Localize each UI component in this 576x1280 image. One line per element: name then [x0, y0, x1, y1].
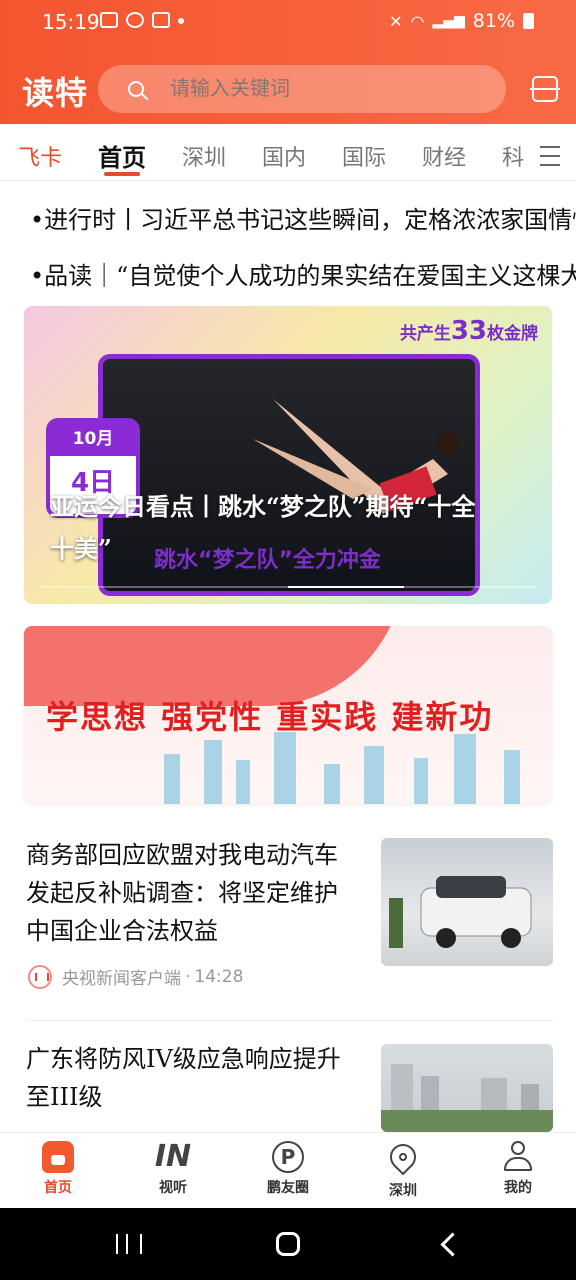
medal-banner-suffix: 枚金牌 [487, 324, 538, 344]
car-illustration [389, 876, 532, 948]
system-navigation-bar [0, 1208, 576, 1280]
wifi-icon: ◠ [410, 11, 425, 31]
search-icon [128, 81, 144, 97]
signal-icon: ▂▄▆ [432, 13, 465, 29]
news-meta: 央视新闻客户端 · 14:28 [28, 964, 243, 989]
tab-tech[interactable]: 科 [502, 140, 524, 172]
channel-tabs: 飞卡 首页 深圳 国内 国际 财经 科 [0, 124, 576, 181]
medal-count: 33 [450, 316, 487, 346]
user-icon [503, 1141, 533, 1173]
news-thumbnail[interactable] [381, 838, 553, 966]
nav-friends-label: 鹏友圈 [267, 1180, 309, 1196]
hero-title: 亚运今日看点丨跳水“梦之队”期待“十全十美” [50, 492, 476, 563]
tab-home[interactable]: 首页 [98, 138, 146, 173]
search-input[interactable] [168, 76, 472, 102]
calendar-month: 10月 [50, 422, 136, 456]
nav-video-label: 视听 [159, 1180, 187, 1196]
bus-icon [152, 12, 170, 28]
tab-finance[interactable]: 财经 [422, 140, 466, 172]
tab-feika[interactable]: 飞卡 [18, 140, 62, 172]
news-title[interactable]: 广东将防风IV级应急响应提升至III级 [26, 1040, 346, 1116]
news-thumbnail[interactable] [381, 1044, 553, 1132]
mute-icon: ✕ [389, 11, 403, 31]
audio-wave-icon [28, 964, 52, 989]
p-circle-icon: P [272, 1141, 304, 1173]
tab-domestic[interactable]: 国内 [262, 140, 306, 172]
medal-banner: 共产生33枚金牌 [400, 316, 538, 346]
nav-home[interactable]: 首页 [18, 1141, 98, 1197]
tab-international[interactable]: 国际 [342, 140, 386, 172]
news-time: 14:28 [194, 966, 244, 987]
gallery-icon [100, 12, 118, 28]
tab-shenzhen[interactable]: 深圳 [182, 140, 226, 172]
status-right: ✕ ◠ ▂▄▆ 81% [389, 10, 534, 32]
status-time: 15:19 [42, 10, 100, 34]
home-icon [42, 1141, 74, 1173]
active-tab-indicator [104, 172, 140, 176]
recents-icon[interactable] [116, 1234, 142, 1254]
in-icon: IN [154, 1139, 192, 1174]
nav-mine[interactable]: 我的 [478, 1141, 558, 1197]
back-icon[interactable] [440, 1232, 465, 1257]
app-header: 15:19 ✕ ◠ ▂▄▆ 81% 读特 [0, 0, 576, 124]
location-pin-icon [384, 1138, 422, 1176]
menu-icon[interactable] [540, 146, 560, 166]
nav-video[interactable]: IN 视听 [133, 1141, 213, 1197]
banner-slogan: 学思想 强党性 重实践 建新功 [46, 698, 494, 736]
city-illustration [381, 1064, 553, 1132]
search-bar[interactable] [98, 65, 506, 113]
hero-carousel[interactable]: 共产生33枚金牌 10月 4日 跳水“梦之队”全力冲金 亚运今日看点丨跳水“梦之… [24, 306, 552, 604]
notification-icons [100, 12, 184, 28]
nav-friends[interactable]: P 鹏友圈 [248, 1141, 328, 1197]
status-bar: 15:19 ✕ ◠ ▂▄▆ 81% [0, 0, 576, 48]
home-button-icon[interactable] [276, 1232, 300, 1256]
divider [26, 1020, 553, 1021]
headline-item[interactable]: •进行时丨习近平总书记这些瞬间，定格浓浓家国情怀 [30, 200, 576, 235]
scan-icon[interactable] [530, 76, 560, 102]
nav-shenzhen[interactable]: 深圳 [363, 1138, 443, 1200]
battery-icon [523, 13, 534, 29]
app-logo[interactable]: 读特 [22, 68, 88, 114]
bottom-navigation: 首页 IN 视听 P 鹏友圈 深圳 我的 [0, 1132, 576, 1209]
promo-banner[interactable]: 学思想 强党性 重实践 建新功 [24, 626, 552, 804]
nav-home-label: 首页 [44, 1180, 72, 1196]
nav-mine-label: 我的 [504, 1180, 532, 1196]
carousel-indicator [40, 586, 536, 588]
medal-banner-prefix: 共产生 [399, 324, 451, 344]
nav-shenzhen-label: 深圳 [389, 1183, 417, 1199]
cloud-icon [126, 12, 144, 28]
headline-item[interactable]: •品读｜“自觉使个人成功的果实结在爱国主义这棵大树上” [30, 256, 576, 291]
battery-percent: 81% [472, 10, 515, 32]
more-dot-icon [178, 18, 184, 24]
news-title[interactable]: 商务部回应欧盟对我电动汽车发起反补贴调查：将坚定维护中国企业合法权益 [26, 836, 346, 950]
news-source: 央视新闻客户端 [62, 969, 181, 989]
